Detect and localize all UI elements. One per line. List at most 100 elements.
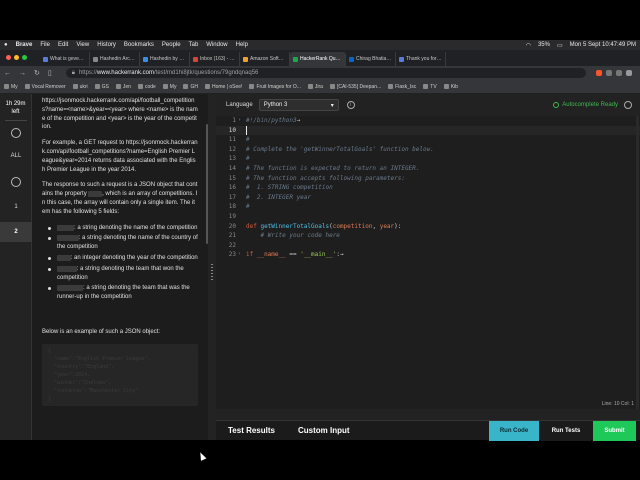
browser-tab[interactable]: Amazon Software Dev bbox=[240, 52, 290, 66]
bookmark-item[interactable]: Jira bbox=[307, 84, 323, 90]
bookmark-item[interactable]: GH bbox=[183, 84, 198, 90]
brave-shield-icon[interactable] bbox=[595, 70, 602, 76]
reload-icon[interactable]: ↻ bbox=[34, 69, 40, 77]
autocomplete-status[interactable]: Autocomplete Ready bbox=[553, 102, 618, 108]
bookmark-item[interactable]: Kib bbox=[443, 84, 458, 90]
menu-tab[interactable]: Tab bbox=[189, 42, 199, 48]
bookmark-item[interactable]: ukri bbox=[72, 84, 88, 90]
browser-tab[interactable]: Hashedin Archives - G bbox=[90, 52, 140, 66]
browser-tab[interactable]: Thank you for your ap bbox=[396, 52, 446, 66]
nav-question-2[interactable]: 2 bbox=[0, 229, 32, 235]
close-window-icon[interactable] bbox=[6, 55, 11, 60]
tab-title: Chirag Bhatia - chirag bbox=[356, 56, 392, 62]
editor-scrollbar[interactable] bbox=[636, 116, 639, 409]
code-editor[interactable]: 1 › #!/bin/python3→ 10 11 #12 # Complete the '… bbox=[216, 116, 640, 409]
extension-icon[interactable] bbox=[605, 70, 612, 76]
code-line[interactable]: 14 # The function is expected to return a… bbox=[216, 164, 640, 174]
back-icon[interactable]: ← bbox=[4, 70, 11, 77]
bookmark-label: Home | oSee! bbox=[211, 83, 243, 90]
bookmarks-bar: My Vocal Remover ukri GS Jen code My GH Home | o… bbox=[0, 80, 640, 94]
code-line[interactable]: 10 bbox=[216, 125, 640, 136]
code-line[interactable]: 17 # 2. INTEGER year bbox=[216, 193, 640, 203]
wifi-icon[interactable]: ◠ bbox=[526, 42, 531, 49]
line-number: 19 bbox=[228, 213, 236, 220]
clock[interactable]: Mon 5 Sept 10:47:49 PM bbox=[570, 42, 636, 48]
code-line[interactable]: 1 › #!/bin/python3→ bbox=[216, 116, 640, 126]
menu-view[interactable]: View bbox=[76, 42, 89, 48]
zoom-window-icon[interactable] bbox=[22, 55, 27, 60]
run-code-button[interactable]: Run Code bbox=[489, 421, 539, 441]
menu-help[interactable]: Help bbox=[236, 42, 248, 48]
menu-edit[interactable]: Edit bbox=[58, 42, 68, 48]
tab-custom-input[interactable]: Custom Input bbox=[298, 426, 350, 435]
gear-icon[interactable] bbox=[624, 101, 632, 109]
bookmark-item[interactable]: My bbox=[162, 84, 176, 90]
menu-brave[interactable]: Brave bbox=[16, 42, 33, 48]
tab-title: HackerRank Quest bbox=[300, 56, 342, 62]
bookmark-item[interactable]: Vocal Remover bbox=[24, 84, 66, 90]
battery-percent[interactable]: 35% bbox=[538, 42, 550, 48]
tab-test-results[interactable]: Test Results bbox=[228, 426, 275, 435]
menu-file[interactable]: File bbox=[40, 42, 50, 48]
menu-window[interactable]: Window bbox=[206, 42, 227, 48]
code-line[interactable]: 16 # 1. STRING competition bbox=[216, 183, 640, 193]
bookmark-item[interactable]: code bbox=[137, 84, 156, 90]
address-bar[interactable]: 🔒︎ https:// www.hackerrank.com /test/md1… bbox=[65, 68, 586, 78]
code-line[interactable]: 23 › if __name__ == '__main__':→ bbox=[216, 250, 640, 260]
menu-bookmarks[interactable]: Bookmarks bbox=[124, 42, 154, 48]
code-line[interactable]: 15 # The function accepts following param… bbox=[216, 174, 640, 184]
bookmark-favicon-icon bbox=[137, 84, 143, 89]
line-number: 12 bbox=[228, 145, 236, 153]
field-item: year: an integer denoting the year of th… bbox=[42, 254, 198, 263]
pane-resizer[interactable] bbox=[208, 94, 216, 440]
favicon-icon bbox=[193, 56, 198, 62]
profile-icon[interactable] bbox=[625, 70, 632, 76]
browser-tab[interactable]: Chirag Bhatia - chirag bbox=[346, 52, 396, 66]
bookmark-item[interactable]: TV bbox=[423, 84, 437, 90]
minimize-window-icon[interactable] bbox=[14, 55, 19, 60]
bookmark-icon[interactable]: ▯ bbox=[48, 69, 52, 77]
info-circle-icon[interactable] bbox=[11, 177, 21, 187]
language-select[interactable]: Python 3 ▾ bbox=[258, 99, 339, 111]
code-text: # Complete the 'getWinnerTotalGoals' fun… bbox=[246, 145, 434, 155]
browser-tab[interactable]: What is gevent? — ge bbox=[40, 52, 90, 66]
code-line[interactable]: 18 # bbox=[216, 202, 640, 212]
apple-icon[interactable]: ● bbox=[4, 42, 8, 48]
bookmark-item[interactable]: Flask_Isc bbox=[388, 84, 416, 90]
menu-history[interactable]: History bbox=[97, 42, 116, 48]
drag-handle-icon[interactable] bbox=[211, 264, 213, 280]
code-line[interactable]: 13 # bbox=[216, 154, 640, 164]
bookmark-item[interactable]: Fruit Images for O... bbox=[249, 84, 301, 90]
compass-icon[interactable] bbox=[11, 128, 21, 138]
fold-arrow-icon[interactable]: › bbox=[238, 116, 241, 126]
code-line[interactable]: 19 bbox=[216, 212, 640, 222]
forward-icon[interactable]: → bbox=[19, 70, 26, 77]
battery-icon[interactable]: ▭ bbox=[557, 42, 563, 49]
menu-people[interactable]: People bbox=[162, 42, 181, 48]
browser-tab[interactable]: Hashedin by Deloitte I bbox=[140, 52, 190, 66]
bookmark-item[interactable]: GS bbox=[94, 84, 109, 90]
run-tests-button[interactable]: Run Tests bbox=[541, 421, 591, 441]
code-line[interactable]: 11 # bbox=[216, 135, 640, 145]
code-line[interactable]: 20 def getWinnerTotalGoals(competition, y… bbox=[216, 222, 640, 232]
field-item: country: a string denoting the name of t… bbox=[42, 234, 198, 252]
submit-button[interactable]: Submit bbox=[593, 421, 636, 441]
extension-icon[interactable] bbox=[615, 70, 622, 76]
nav-all[interactable]: ALL bbox=[0, 153, 32, 159]
bookmark-item[interactable]: Jen bbox=[115, 84, 131, 90]
nav-question-1[interactable]: 1 bbox=[0, 204, 32, 210]
code-text: if __name__ == '__main__':→ bbox=[246, 250, 344, 260]
code-line[interactable]: 12 # Complete the 'getWinnerTotalGoals' f… bbox=[216, 145, 640, 155]
browser-tab-active[interactable]: HackerRank Quest bbox=[290, 52, 346, 66]
bookmark-item[interactable]: My bbox=[4, 84, 18, 90]
line-number: 11 bbox=[228, 136, 236, 144]
fold-arrow-icon[interactable]: › bbox=[238, 250, 241, 260]
code-line[interactable]: 21 # Write your code here bbox=[216, 231, 640, 241]
bookmark-item[interactable]: [CAI-535] Deepan... bbox=[329, 84, 381, 90]
code-line[interactable]: 22 bbox=[216, 241, 640, 251]
bookmark-item[interactable]: Home | oSee! bbox=[204, 83, 243, 90]
info-icon[interactable]: i bbox=[346, 101, 355, 109]
lock-icon: 🔒︎ bbox=[71, 69, 75, 76]
browser-tab[interactable]: Inbox (163) - deepan bbox=[190, 52, 240, 66]
